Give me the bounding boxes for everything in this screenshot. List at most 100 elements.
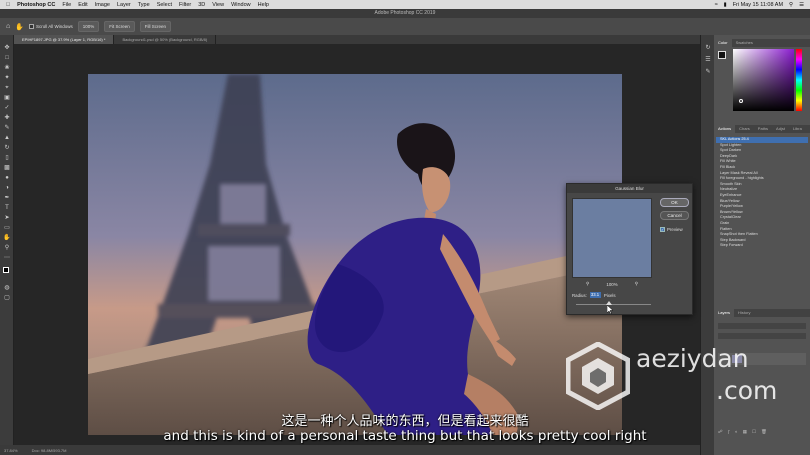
magic-wand-tool-icon[interactable]: ✦ [3,75,11,82]
cancel-button[interactable]: Cancel [660,211,689,220]
zoom-100-button[interactable]: 100% [77,21,100,32]
menu-window[interactable]: Window [231,2,251,8]
hand-tool-icon[interactable]: ✋ [3,235,11,242]
color-picker-marker[interactable] [739,99,743,103]
eyedropper-tool-icon[interactable]: ✓ [3,105,11,112]
tab-adjustments[interactable]: Adjst [772,125,789,133]
ok-button[interactable]: OK [660,198,689,207]
tab-color[interactable]: Color [714,39,732,47]
tab-document-2[interactable]: Background1.psd @ 50% (Background, RGB/8… [114,35,217,44]
action-item[interactable]: Step Forward [716,243,808,249]
scroll-all-windows-checkbox[interactable]: Scroll All Windows [28,24,73,29]
wifi-icon[interactable]: ≈ [715,2,718,8]
pen-tool-icon[interactable]: ✒ [3,195,11,202]
menu-file[interactable]: File [62,2,71,8]
tab-libraries[interactable]: Libra [789,125,806,133]
menu-list-icon[interactable]: ☰ [799,2,804,8]
preview-label: Preview [667,227,683,232]
blur-tool-icon[interactable]: ● [3,175,11,182]
actions-list: SKL Actions 25.4 Spot Lighten Spot Darken D… [716,137,808,297]
menu-view[interactable]: View [212,2,224,8]
screen-mode-icon[interactable]: ▢ [3,295,11,302]
home-icon[interactable]: ⌂ [6,23,10,30]
watermark-logo-icon [566,342,630,410]
eraser-tool-icon[interactable]: ▯ [3,155,11,162]
zoom-in-icon[interactable]: ⚲ [635,281,638,287]
battery-icon[interactable]: ▮ [724,2,727,8]
menu-select[interactable]: Select [157,2,172,8]
menu-image[interactable]: Image [95,2,110,8]
frame-tool-icon[interactable]: ▣ [3,95,11,102]
tools-panel: ✥ □ ❀ ✦ ⌖ ▣ ✓ ✚ ✎ ▲ ↻ ▯ ▩ ● ◑ ✒ T ➤ ▭ ✋ … [0,35,14,445]
menu-help[interactable]: Help [258,2,269,8]
fg-color-chip[interactable] [718,51,726,59]
healing-brush-tool-icon[interactable]: ✚ [3,115,11,122]
zoom-tool-icon[interactable]: ⚲ [3,245,11,252]
quick-mask-icon[interactable]: ◍ [3,285,11,292]
tab-document-1[interactable]: EPIHF1897.JPG @ 37.9% (Layer 1, RGB/16) … [14,35,115,44]
tab-actions[interactable]: Actions [714,125,736,133]
path-selection-tool-icon[interactable]: ➤ [3,215,11,222]
layer-filter-bar[interactable] [718,323,806,329]
foreground-color-swatch[interactable] [3,267,9,273]
type-tool-icon[interactable]: T [3,205,11,212]
hue-slider[interactable] [796,49,802,111]
rectangle-tool-icon[interactable]: ▭ [3,225,11,232]
gradient-tool-icon[interactable]: ▩ [3,165,11,172]
preview-zoom-level: 100% [606,281,618,287]
dialog-title[interactable]: Gaussian Blur [567,184,692,193]
radius-units: Pixels [603,292,616,298]
mouse-cursor-icon [607,305,613,314]
menu-type[interactable]: Type [138,2,150,8]
move-tool-icon[interactable]: ✥ [3,45,11,52]
app-menu[interactable]: Photoshop CC [17,2,55,8]
brush-settings-panel-icon[interactable]: ✎ [704,69,712,76]
history-panel-icon[interactable]: ↻ [704,45,712,52]
tab-paths[interactable]: Paths [754,125,772,133]
status-zoom[interactable]: 37.84% [4,448,18,453]
more-tools-icon[interactable]: ⋯ [3,255,11,262]
lasso-tool-icon[interactable]: ❀ [3,65,11,72]
preview-zoom-controls: ⚲ 100% ⚲ [572,281,652,287]
menu-3d[interactable]: 3D [198,2,205,8]
mac-menubar:  Photoshop CC File Edit Image Layer Typ… [0,0,810,9]
menu-layer[interactable]: Layer [117,2,131,8]
scroll-all-windows-label: Scroll All Windows [35,24,73,29]
brush-tool-icon[interactable]: ✎ [3,125,11,132]
fill-screen-button[interactable]: Fill Screen [139,21,172,32]
apple-icon[interactable]:  [6,2,10,8]
hand-tool-icon[interactable]: ✋ [15,23,24,31]
history-brush-tool-icon[interactable]: ↻ [3,145,11,152]
blur-preview[interactable] [572,198,652,278]
marquee-tool-icon[interactable]: □ [3,55,11,62]
clock[interactable]: Fri May 15 11:08 AM [733,2,783,8]
status-doc-size[interactable]: Doc: 98.8M/593.7M [32,448,67,453]
zoom-out-icon[interactable]: ⚲ [586,281,589,287]
properties-panel-icon[interactable]: ☰ [704,57,712,64]
checkmark-icon[interactable]: ✓ [660,227,665,232]
status-bar: 37.84% Doc: 98.8M/593.7M [0,445,700,455]
subtitle-chinese: 这是一种个人品味的东西，但是看起来很酷 [281,414,529,429]
menu-filter[interactable]: Filter [179,2,191,8]
search-icon[interactable]: ⚲ [789,2,793,8]
subtitle-english: and this is kind of a personal taste thi… [163,428,647,444]
tab-history[interactable]: History [734,309,754,317]
clone-stamp-tool-icon[interactable]: ▲ [3,135,11,142]
radius-slider-track[interactable] [576,304,651,305]
menubar-status: ≈ ▮ Fri May 15 11:08 AM ⚲ ☰ [715,0,804,9]
checkbox-box[interactable] [28,24,34,29]
canvas-image[interactable] [88,74,622,435]
radius-input[interactable]: 33.1 [589,292,601,298]
tab-layers[interactable]: Layers [714,309,735,317]
dodge-tool-icon[interactable]: ◑ [3,185,11,192]
tab-swatches[interactable]: Swatches [732,39,757,47]
tab-chars[interactable]: Chars [735,125,754,133]
preview-checkbox[interactable]: ✓ Preview [660,227,683,232]
radius-row: Radius: 33.1 Pixels [572,292,616,298]
options-bar: ⌂ ✋ Scroll All Windows 100% Fit Screen F… [0,18,810,35]
menu-edit[interactable]: Edit [78,2,87,8]
fit-screen-button[interactable]: Fit Screen [104,21,135,32]
watermark: aeziydan .com [566,340,806,412]
crop-tool-icon[interactable]: ⌖ [3,85,11,92]
blend-mode-bar[interactable] [718,333,806,339]
